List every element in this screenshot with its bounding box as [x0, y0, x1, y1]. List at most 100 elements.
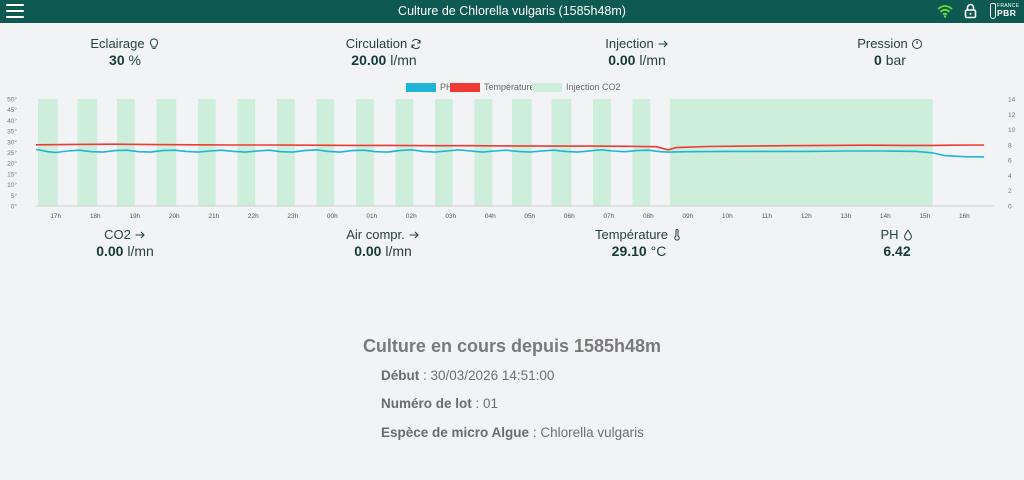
co2-injection-band [670, 99, 933, 206]
metric-unit: % [128, 52, 141, 68]
co2-injection-band [632, 99, 651, 206]
x-tick-label: 18h [90, 213, 101, 220]
x-tick-label: 09h [682, 213, 693, 220]
metric-label: Circulation [345, 36, 408, 51]
metric-injection: Injection 0.00 l/mn [547, 36, 727, 68]
arrow-right-icon [135, 231, 145, 238]
metric-label: Injection [605, 36, 654, 51]
x-tick-label: 11h [762, 213, 773, 220]
top-bar: Culture de Chlorella vulgaris (1585h48m)… [0, 0, 1024, 23]
co2-injection-band [593, 99, 611, 206]
arrow-right-icon [658, 40, 668, 47]
wifi-icon [937, 5, 953, 18]
x-tick-label: 13h [840, 213, 851, 220]
metric-circulation: Circulation 20.00 l/mn [294, 36, 474, 68]
metric-unit: bar [885, 52, 906, 68]
x-tick-label: 20h [169, 213, 180, 220]
y-right-tick-label: 10 [1008, 127, 1016, 134]
start-date-label: Début [381, 368, 420, 383]
start-date-value: 30/03/2026 14:51:00 [430, 368, 555, 383]
metric-air-compr: Air compr. 0.00 l/mn [293, 227, 473, 259]
metric-value: 29.10 [611, 243, 647, 259]
x-tick-label: 15h [919, 213, 930, 220]
drop-icon [903, 228, 912, 240]
lot-number-label: Numéro de lot [381, 396, 472, 411]
gauge-icon [911, 38, 922, 49]
metric-eclairage: Eclairage 30 % [35, 36, 215, 68]
y-left-tick-label: 15° [7, 170, 17, 178]
metric-label: Température [595, 227, 668, 242]
metric-temperature: Température 29.10 °C [549, 227, 729, 259]
metric-label: Air compr. [346, 227, 405, 242]
x-tick-label: 21h [208, 213, 219, 220]
co2-injection-band [116, 99, 135, 206]
arrow-right-icon [409, 231, 419, 238]
metric-value: 0 [874, 52, 882, 68]
metric-value: 0.00 [354, 243, 382, 259]
x-tick-label: 08h [643, 213, 654, 220]
start-date-line: Début : 30/03/2026 14:51:00 [381, 368, 555, 383]
co2-injection-band [551, 99, 572, 206]
x-tick-label: 12h [801, 213, 812, 220]
x-tick-label: 01h [366, 213, 377, 220]
x-tick-label: 10h [722, 213, 733, 220]
y-left-tick-label: 5° [11, 192, 18, 200]
species-label: Espèce de micro Algue [381, 425, 530, 440]
metric-ph: PH 6.42 [807, 227, 987, 259]
y-left-tick-label: 45° [7, 106, 17, 114]
y-right-tick-label: 0 [1008, 204, 1012, 211]
y-left-tick-label: 0° [11, 203, 18, 211]
x-tick-label: 23h [287, 213, 298, 220]
x-tick-label: 06h [564, 213, 575, 220]
page-title: Culture de Chlorella vulgaris (1585h48m) [398, 4, 626, 18]
metric-label: Eclairage [90, 36, 145, 51]
co2-injection-band [395, 99, 414, 206]
x-tick-label: 14h [880, 213, 891, 220]
co2-injection-band [316, 99, 335, 206]
y-right-tick-label: 2 [1008, 188, 1012, 195]
x-tick-label: 19h [129, 213, 140, 220]
x-tick-label: 00h [327, 213, 338, 220]
metric-value: 0.00 [608, 52, 636, 68]
lot-number-value: 01 [483, 396, 499, 411]
co2-injection-band [355, 99, 374, 206]
metric-label: Pression [857, 36, 908, 51]
x-tick-label: 05h [524, 213, 535, 220]
metric-label: CO2 [104, 227, 131, 242]
x-tick-label: 03h [445, 213, 456, 220]
x-tick-label: 16h [959, 213, 970, 220]
metric-value: 30 [109, 52, 125, 68]
y-left-tick-label: 35° [7, 128, 17, 136]
y-right-tick-label: 14 [1008, 97, 1016, 104]
x-tick-label: 22h [248, 213, 259, 220]
metric-value: 0.00 [96, 243, 124, 259]
co2-injection-band [156, 99, 177, 206]
y-left-tick-label: 10° [7, 181, 17, 189]
metric-value: 6.42 [883, 243, 911, 259]
y-left-tick-label: 40° [7, 117, 17, 125]
history-chart: 0° 5° 10° 15° 20° 25° 30° 35° 40° 45° 50° 0 2 4 6 8 10 12… [7, 96, 1016, 221]
species-line: Espèce de micro Algue : Chlorella vulgar… [381, 425, 644, 440]
metric-unit: l/mn [639, 52, 666, 68]
y-left-tick-label: 20° [7, 160, 17, 168]
metric-unit: l/mn [127, 243, 154, 259]
thermometer-icon [674, 228, 680, 241]
metric-unit: l/mn [385, 243, 412, 259]
species-value: Chlorella vulgaris [540, 425, 644, 440]
metric-unit: l/mn [390, 52, 417, 68]
metric-co2: CO2 0.00 l/mn [35, 227, 215, 259]
culture-title: Culture en cours depuis 1585h48m [362, 336, 662, 356]
y-right-tick-label: 12 [1008, 112, 1016, 119]
x-tick-label: 07h [603, 213, 614, 220]
refresh-icon [411, 38, 421, 49]
y-left-tick-label: 30° [7, 138, 17, 146]
metric-value: 20.00 [351, 52, 387, 68]
metric-label: PH [880, 227, 899, 242]
x-tick-label: 17h [50, 213, 61, 220]
x-tick-label: 04h [485, 213, 496, 220]
lock-icon[interactable] [964, 3, 977, 19]
y-right-tick-label: 6 [1008, 158, 1012, 165]
y-right-tick-label: 4 [1008, 173, 1012, 180]
x-tick-label: 02h [406, 213, 417, 220]
y-left-tick-label: 25° [7, 149, 17, 157]
